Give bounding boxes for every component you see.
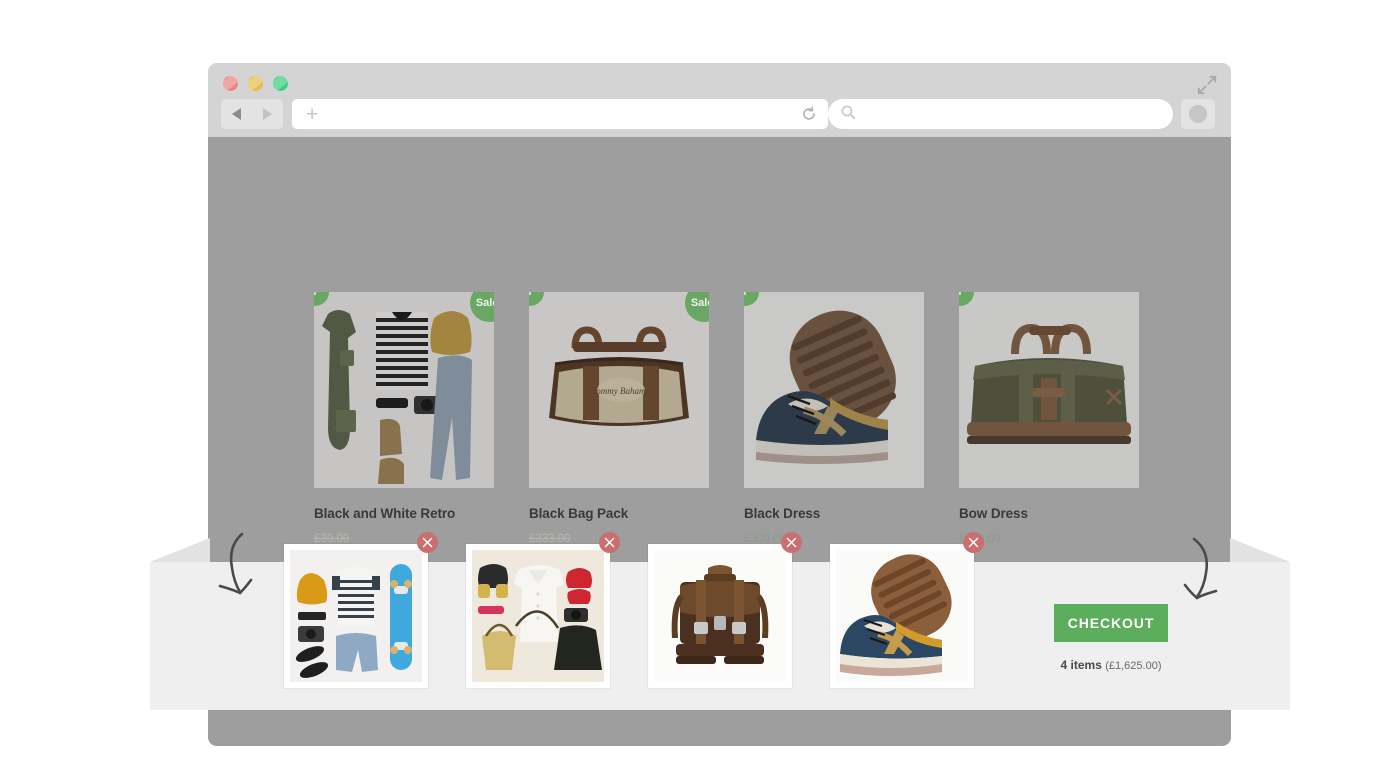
product-photo-duffel-bag: Tommy Bahama	[529, 292, 709, 488]
cart-item-thumbnail	[654, 550, 786, 682]
nav-buttons	[221, 99, 283, 129]
cart-item[interactable]	[466, 532, 620, 688]
address-bar[interactable]: +	[292, 99, 828, 129]
product-photo-sneakers	[744, 292, 924, 488]
cart-item-thumbnail	[472, 550, 604, 682]
cart-panel: CHECKOUT 4 items (£1,625.00)	[150, 532, 1290, 710]
remove-item-button[interactable]	[781, 532, 802, 553]
product-card[interactable]: Tommy Bahama + Sale! Black Bag Pack £333…	[529, 292, 744, 565]
product-card[interactable]: + Black Dress £300.00	[744, 292, 959, 565]
cart-ribbon-fold-left	[150, 538, 210, 562]
product-grid: + Sale! Black and White Retro £30.00 £15…	[314, 292, 1174, 565]
product-photo-weekender-bag	[959, 292, 1139, 488]
avatar-icon	[1189, 105, 1207, 123]
product-photo-flatlay-outfit	[314, 292, 494, 488]
remove-item-button[interactable]	[963, 532, 984, 553]
product-title: Bow Dress	[959, 506, 1028, 521]
product-card[interactable]: + Sale! Black and White Retro £30.00 £15…	[314, 292, 529, 565]
product-image[interactable]: +	[744, 292, 924, 488]
maximize-window-button[interactable]	[273, 76, 288, 91]
avatar[interactable]	[1181, 99, 1215, 129]
back-icon[interactable]	[232, 108, 241, 120]
cart-items	[284, 532, 984, 688]
product-title: Black and White Retro	[314, 506, 456, 521]
cart-ribbon-fold-right	[1230, 538, 1290, 562]
cart-item-count: 4 items	[1060, 658, 1102, 672]
search-input[interactable]	[828, 99, 1173, 129]
search-icon	[840, 104, 856, 125]
reload-icon[interactable]	[792, 99, 826, 129]
remove-item-button[interactable]	[599, 532, 620, 553]
product-title: Black Bag Pack	[529, 506, 629, 521]
cart-item-thumbnail	[290, 550, 422, 682]
new-tab-icon[interactable]: +	[306, 104, 318, 125]
browser-toolbar: +	[208, 97, 1231, 137]
forward-icon[interactable]	[263, 108, 272, 120]
browser-chrome: +	[208, 63, 1231, 137]
remove-item-button[interactable]	[417, 532, 438, 553]
cart-summary: 4 items (£1,625.00)	[1054, 658, 1168, 672]
product-card[interactable]: + Bow Dress £600.00	[959, 292, 1174, 565]
cart-item[interactable]	[648, 532, 802, 688]
checkout-button[interactable]: CHECKOUT	[1054, 604, 1168, 642]
minimize-window-button[interactable]	[248, 76, 263, 91]
checkout-area: CHECKOUT 4 items (£1,625.00)	[1054, 604, 1168, 672]
product-image[interactable]: Tommy Bahama + Sale!	[529, 292, 709, 488]
cart-item[interactable]	[830, 532, 984, 688]
expand-icon[interactable]	[1197, 75, 1217, 95]
traffic-lights	[223, 76, 288, 91]
annotation-arrow-right	[1172, 533, 1232, 618]
cart-total: (£1,625.00)	[1105, 660, 1162, 672]
product-price: £600.00	[959, 533, 1174, 545]
cart-item-thumbnail	[836, 550, 968, 682]
product-image[interactable]: +	[959, 292, 1139, 488]
annotation-arrow-left	[212, 528, 272, 613]
svg-text:Tommy Bahama: Tommy Bahama	[592, 386, 650, 396]
close-window-button[interactable]	[223, 76, 238, 91]
product-image[interactable]: + Sale!	[314, 292, 494, 488]
product-title: Black Dress	[744, 506, 821, 521]
cart-item[interactable]	[284, 532, 438, 688]
